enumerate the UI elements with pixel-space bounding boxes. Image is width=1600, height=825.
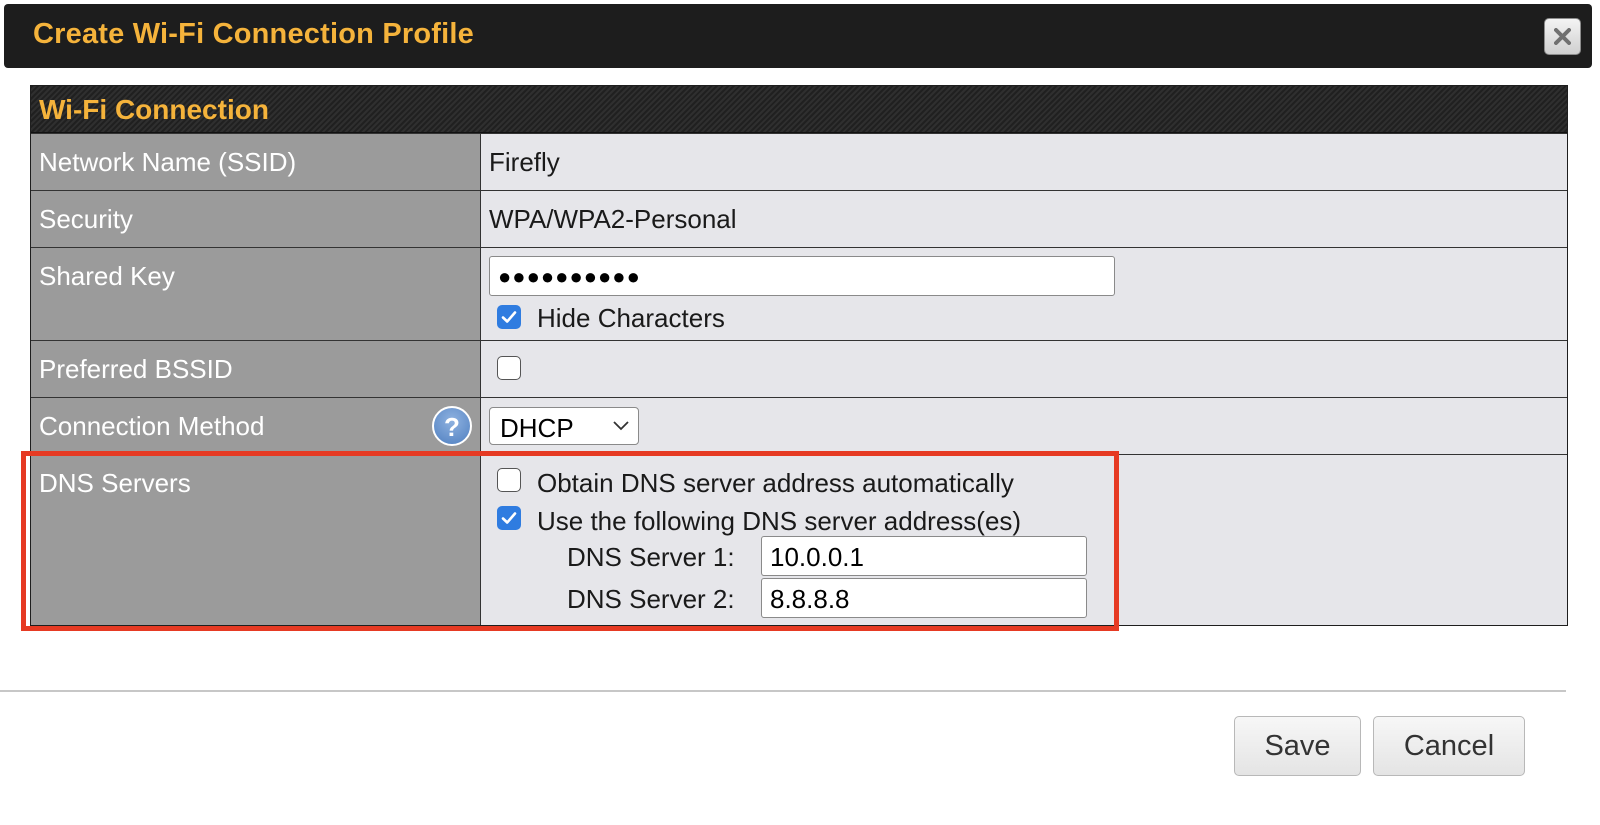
- dialog-title: Create Wi-Fi Connection Profile: [33, 18, 474, 50]
- ssid-value-cell: Firefly: [481, 134, 1567, 190]
- checkmark-icon: [501, 512, 517, 524]
- row-security: Security WPA/WPA2-Personal: [31, 190, 1567, 247]
- hide-characters-checkbox[interactable]: [497, 305, 521, 329]
- bssid-label-cell: Preferred BSSID: [31, 341, 481, 397]
- obtain-dns-auto-checkbox[interactable]: [497, 468, 521, 492]
- connection-method-value-cell: DHCP: [481, 398, 1567, 454]
- bssid-value-cell: [481, 341, 1567, 397]
- row-preferred-bssid: Preferred BSSID: [31, 340, 1567, 397]
- footer-divider: [0, 690, 1566, 692]
- security-label: Security: [39, 204, 133, 234]
- checkmark-icon: [501, 311, 517, 323]
- connection-method-select[interactable]: DHCP: [489, 407, 639, 445]
- ssid-value: Firefly: [489, 147, 560, 177]
- row-dns-servers: DNS Servers Obtain DNS server address au…: [31, 454, 1567, 625]
- row-connection-method: Connection Method ? DHCP: [31, 397, 1567, 454]
- cancel-button[interactable]: Cancel: [1373, 716, 1525, 776]
- dns-server-2-label: DNS Server 2:: [567, 584, 735, 614]
- dns-server-1-label: DNS Server 1:: [567, 542, 735, 572]
- wifi-connection-table: Wi-Fi Connection Network Name (SSID) Fir…: [30, 85, 1568, 626]
- help-glyph: ?: [444, 412, 460, 442]
- shared-key-label-cell: Shared Key: [31, 248, 481, 340]
- close-button[interactable]: [1544, 18, 1581, 55]
- ssid-label-cell: Network Name (SSID): [31, 134, 481, 190]
- section-header: Wi-Fi Connection: [31, 86, 1567, 133]
- shared-key-label: Shared Key: [39, 261, 175, 291]
- dialog-titlebar: Create Wi-Fi Connection Profile: [4, 4, 1592, 68]
- close-icon: [1554, 28, 1571, 45]
- question-mark-icon[interactable]: ?: [432, 406, 472, 446]
- security-label-cell: Security: [31, 191, 481, 247]
- shared-key-input[interactable]: ●●●●●●●●●●: [489, 256, 1115, 296]
- obtain-dns-auto-label: Obtain DNS server address automatically: [537, 468, 1014, 498]
- dns-servers-label: DNS Servers: [39, 468, 191, 498]
- dns-label-cell: DNS Servers: [31, 455, 481, 625]
- save-button[interactable]: Save: [1234, 716, 1361, 776]
- dns-server-1-input[interactable]: 10.0.0.1: [761, 536, 1087, 576]
- shared-key-value-cell: ●●●●●●●●●● Hide Characters: [481, 248, 1567, 340]
- connection-method-label: Connection Method: [39, 411, 265, 441]
- preferred-bssid-checkbox[interactable]: [497, 356, 521, 380]
- use-dns-manual-label: Use the following DNS server address(es): [537, 506, 1022, 536]
- section-title: Wi-Fi Connection: [39, 94, 269, 125]
- bssid-label: Preferred BSSID: [39, 354, 233, 384]
- wifi-profile-dialog: Create Wi-Fi Connection Profile Wi-Fi Co…: [0, 0, 1600, 825]
- security-value-cell: WPA/WPA2-Personal: [481, 191, 1567, 247]
- connection-method-selected: DHCP: [500, 413, 574, 443]
- chevron-down-icon: [613, 421, 629, 431]
- dns-value-cell: Obtain DNS server address automatically …: [481, 455, 1567, 625]
- row-ssid: Network Name (SSID) Firefly: [31, 133, 1567, 190]
- ssid-label: Network Name (SSID): [39, 147, 297, 177]
- row-shared-key: Shared Key ●●●●●●●●●● Hide Characters: [31, 247, 1567, 340]
- connection-method-label-cell: Connection Method ?: [31, 398, 481, 454]
- hide-characters-label: Hide Characters: [537, 303, 725, 333]
- dns-server-2-input[interactable]: 8.8.8.8: [761, 578, 1087, 618]
- security-value: WPA/WPA2-Personal: [489, 204, 737, 234]
- use-dns-manual-checkbox[interactable]: [497, 506, 521, 530]
